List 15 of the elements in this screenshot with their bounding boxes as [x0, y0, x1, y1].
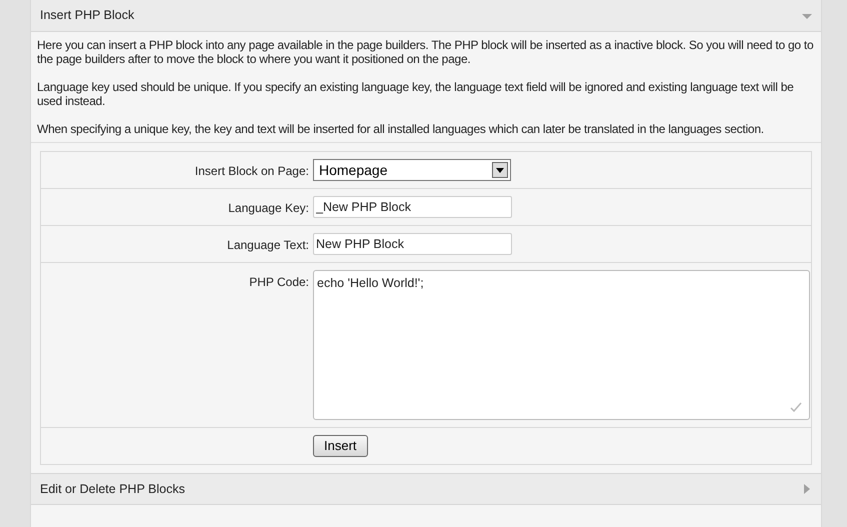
text-field[interactable]: New PHP Block — [313, 233, 512, 255]
description-paragraph: Language key used should be unique. If you specify an existing language key, the language text field will be ignored and existing language text will be used instead. — [37, 80, 795, 108]
page-dropdown[interactable]: Homepage — [313, 159, 511, 181]
field-label: PHP Code: — [248, 274, 309, 291]
field-label: Language Text: — [226, 237, 309, 254]
section-header[interactable]: Edit or Delete PHP Blocks — [31, 473, 821, 505]
insert-button[interactable]: Insert — [313, 435, 368, 457]
spellcheck-icon — [788, 400, 802, 412]
section-header[interactable]: Insert PHP Block — [31, 0, 821, 32]
description-paragraph: Here you can insert a PHP block into any page available in the page builders. The PHP block will be inserted as a inactive block. So you will need to go to the page builders after to move the block to where you want it positioned on the page. — [37, 38, 814, 66]
field-label: Language Key: — [227, 200, 309, 217]
field-label: Insert Block on Page: — [194, 163, 309, 180]
text-field[interactable]: _New PHP Block — [313, 196, 512, 218]
code-textarea[interactable]: echo 'Hello World!'; — [313, 270, 810, 420]
description-paragraph: When specifying a unique key, the key and text will be inserted for all installed languages which can later be translated in the languages section. — [37, 122, 765, 136]
